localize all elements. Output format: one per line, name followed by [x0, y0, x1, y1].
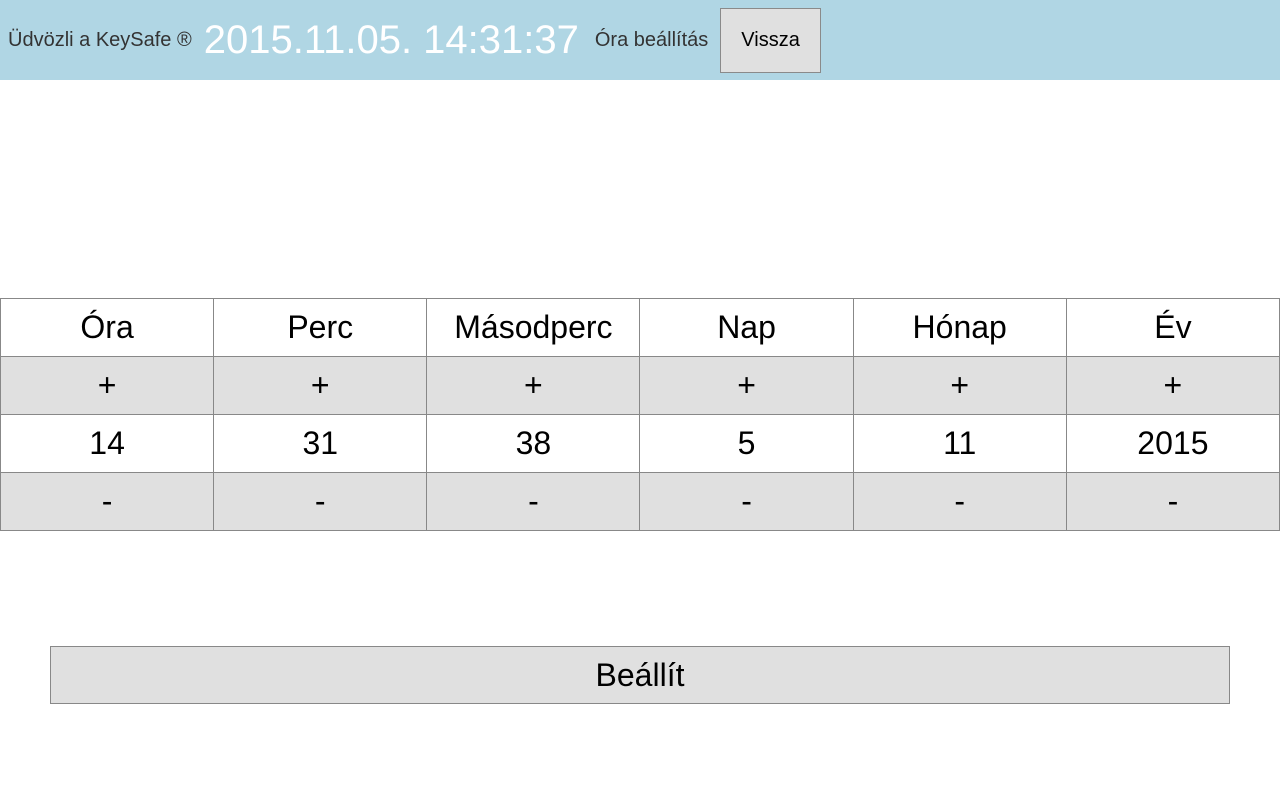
column-header-month: Hónap — [853, 299, 1066, 357]
column-header-minute: Perc — [214, 299, 427, 357]
value-month: 11 — [853, 415, 1066, 473]
plus-second-button[interactable]: + — [427, 357, 640, 415]
value-day: 5 — [640, 415, 853, 473]
minus-month-button[interactable]: - — [853, 473, 1066, 531]
minus-minute-button[interactable]: - — [214, 473, 427, 531]
page-title: Óra beállítás — [595, 29, 708, 52]
header-bar: Üdvözli a KeySafe ® 2015.11.05. 14:31:37… — [0, 0, 1280, 80]
plus-minute-button[interactable]: + — [214, 357, 427, 415]
set-button[interactable]: Beállít — [50, 646, 1230, 704]
time-setting-table: Óra Perc Másodperc Nap Hónap Év + + + + … — [0, 298, 1280, 531]
welcome-text: Üdvözli a KeySafe ® — [8, 29, 192, 52]
plus-month-button[interactable]: + — [853, 357, 1066, 415]
content-area: Óra Perc Másodperc Nap Hónap Év + + + + … — [0, 80, 1280, 704]
current-datetime: 2015.11.05. 14:31:37 — [204, 18, 579, 63]
value-hour: 14 — [1, 415, 214, 473]
column-header-year: Év — [1066, 299, 1279, 357]
minus-second-button[interactable]: - — [427, 473, 640, 531]
column-header-day: Nap — [640, 299, 853, 357]
minus-day-button[interactable]: - — [640, 473, 853, 531]
minus-year-button[interactable]: - — [1066, 473, 1279, 531]
back-button[interactable]: Vissza — [720, 8, 821, 73]
column-header-hour: Óra — [1, 299, 214, 357]
value-year: 2015 — [1066, 415, 1279, 473]
plus-hour-button[interactable]: + — [1, 357, 214, 415]
value-minute: 31 — [214, 415, 427, 473]
minus-hour-button[interactable]: - — [1, 473, 214, 531]
plus-day-button[interactable]: + — [640, 357, 853, 415]
plus-year-button[interactable]: + — [1066, 357, 1279, 415]
column-header-second: Másodperc — [427, 299, 640, 357]
value-second: 38 — [427, 415, 640, 473]
